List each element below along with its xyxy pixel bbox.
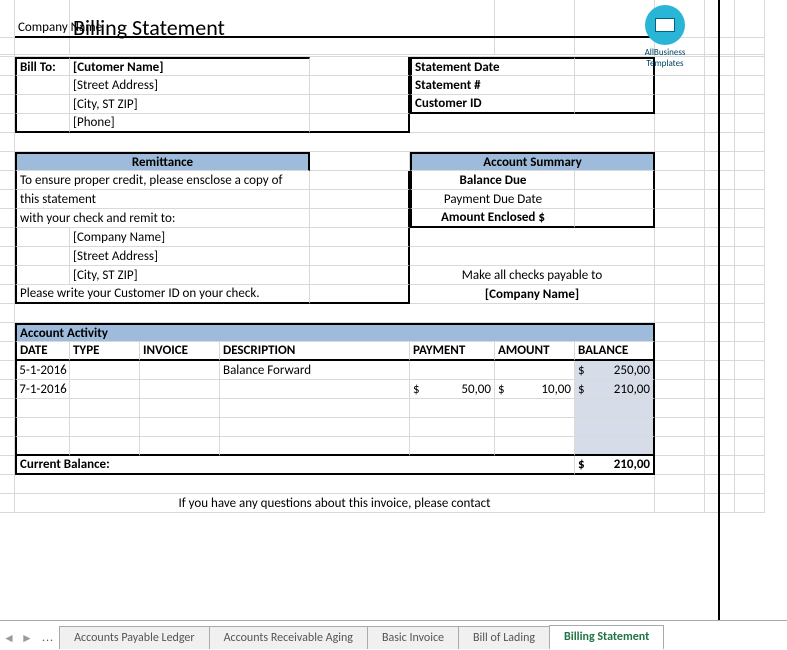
tab-billing-statement[interactable]: Billing Statement xyxy=(549,625,664,650)
payable-name[interactable]: [Company Name] xyxy=(410,285,655,304)
laptop-icon xyxy=(645,5,685,45)
table-row[interactable]: 5-1-2016 xyxy=(15,361,70,380)
sheet-tabs: ◄ ► ... Accounts Payable Ledger Accounts… xyxy=(0,620,787,649)
tab-bill-of-lading[interactable]: Bill of Lading xyxy=(458,626,550,649)
payable-text: Make all checks payable to xyxy=(410,266,655,285)
remit-street[interactable]: [Street Address] xyxy=(70,247,310,266)
customer-id-label: Customer ID xyxy=(410,95,575,114)
remittance-text-1: To ensure proper credit, please ensclose… xyxy=(15,171,310,190)
tab-scroll-left-icon[interactable]: ◄ xyxy=(0,627,18,649)
col-balance: BALANCE xyxy=(575,342,655,361)
tab-scroll-right-icon[interactable]: ► xyxy=(18,627,36,649)
col-payment: PAYMENT xyxy=(410,342,495,361)
statement-number-label: Statement # xyxy=(410,76,575,95)
current-balance-label: Current Balance: xyxy=(15,456,575,475)
remittance-footer: Please write your Customer ID on your ch… xyxy=(15,285,310,304)
contact-footer: If you have any questions about this inv… xyxy=(15,494,655,513)
spreadsheet-grid[interactable]: Billing Statement Company Name Bill To: … xyxy=(0,0,787,513)
payment-due-date-label: Payment Due Date xyxy=(410,190,575,209)
remit-company[interactable]: [Company Name] xyxy=(70,228,310,247)
company-name-label[interactable]: Company Name xyxy=(15,19,655,38)
remittance-header: Remittance xyxy=(15,152,310,171)
account-activity-header: Account Activity xyxy=(15,323,655,342)
tab-accounts-receivable[interactable]: Accounts Receivable Aging xyxy=(209,626,368,649)
col-type: TYPE xyxy=(70,342,140,361)
logo-text-1: AllBusiness xyxy=(630,47,700,58)
balance-due-label: Balance Due xyxy=(410,171,575,190)
logo-text-2: Templates xyxy=(630,58,700,69)
col-date: DATE xyxy=(15,342,70,361)
col-amount: AMOUNT xyxy=(495,342,575,361)
tab-basic-invoice[interactable]: Basic Invoice xyxy=(367,626,459,649)
col-invoice: INVOICE xyxy=(140,342,220,361)
bill-to-cityzip[interactable]: [City, ST ZIP] xyxy=(70,95,310,114)
bill-to-label: Bill To: xyxy=(15,57,70,76)
bill-to-customer[interactable]: [Cutomer Name] xyxy=(70,57,310,76)
col-desc: DESCRIPTION xyxy=(220,342,410,361)
remittance-text-1b: this statement xyxy=(15,190,310,209)
tab-more[interactable]: ... xyxy=(36,627,60,649)
remit-cityzip[interactable]: [City, ST ZIP] xyxy=(70,266,310,285)
print-boundary-line xyxy=(718,0,720,620)
account-summary-header: Account Summary xyxy=(410,152,655,171)
current-balance-value: $210,00 xyxy=(575,456,655,475)
bill-to-phone[interactable]: [Phone] xyxy=(70,114,310,133)
tab-accounts-payable[interactable]: Accounts Payable Ledger xyxy=(59,626,209,649)
statement-date-label: Statement Date xyxy=(410,57,575,76)
table-row[interactable]: 7-1-2016 xyxy=(15,380,70,399)
brand-logo: AllBusiness Templates xyxy=(630,5,700,69)
amount-enclosed-label: Amount Enclosed $ xyxy=(410,209,575,228)
bill-to-street[interactable]: [Street Address] xyxy=(70,76,310,95)
remittance-text-2: with your check and remit to: xyxy=(15,209,310,228)
